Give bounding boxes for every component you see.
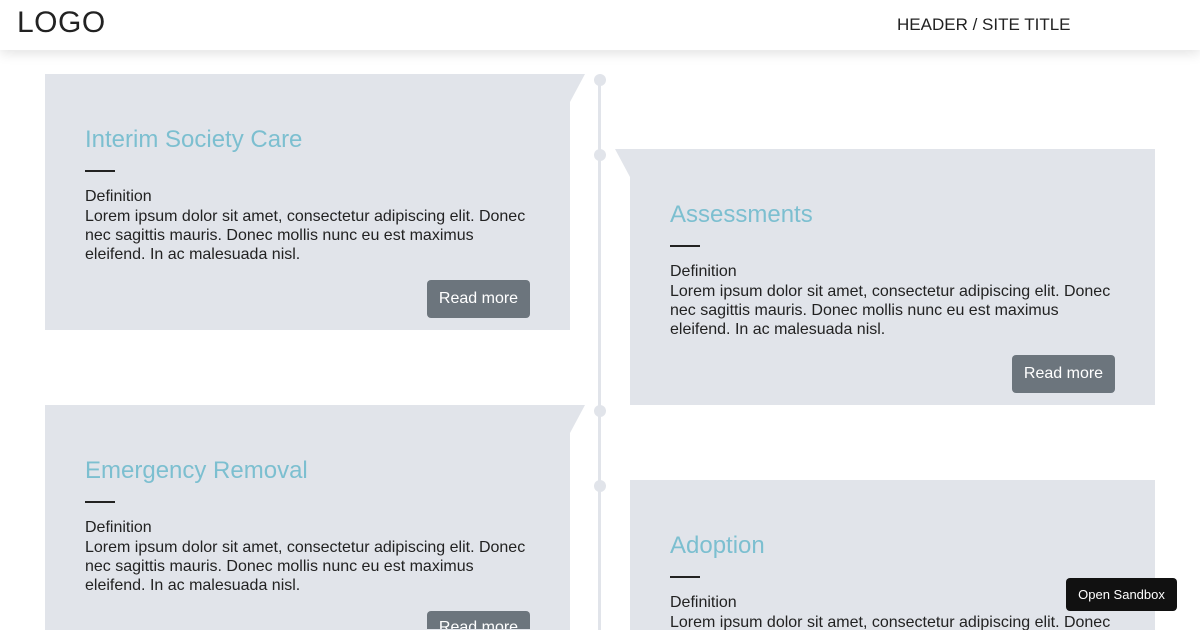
card-divider — [670, 245, 700, 247]
open-sandbox-button[interactable]: Open Sandbox — [1066, 578, 1177, 611]
timeline-card: Emergency Removal Definition Lorem ipsum… — [45, 405, 585, 630]
card-label: Definition — [85, 188, 152, 205]
card-title: Emergency Removal — [85, 457, 308, 484]
card-label: Definition — [670, 594, 737, 611]
read-more-button[interactable]: Read more — [427, 611, 530, 629]
card-divider — [85, 501, 115, 503]
site-header: LOGO HEADER / SITE TITLE — [0, 0, 1200, 50]
card-label: Definition — [670, 263, 737, 280]
read-more-button[interactable]: Read more — [427, 280, 530, 318]
card-title: Interim Society Care — [85, 126, 303, 153]
timeline-dot — [594, 405, 606, 417]
logo[interactable]: LOGO — [17, 6, 106, 40]
timeline-dot — [594, 149, 606, 161]
card-text: Lorem ipsum dolor sit amet, consectetur … — [670, 283, 1111, 338]
card-text: Lorem ipsum dolor sit amet, consectetur … — [670, 614, 1111, 630]
card-divider — [85, 170, 115, 172]
site-title: HEADER / SITE TITLE — [897, 15, 1071, 34]
card-label: Definition — [85, 519, 152, 536]
card-text: Lorem ipsum dolor sit amet, consectetur … — [85, 208, 526, 263]
timeline-dot — [594, 480, 606, 492]
read-more-button[interactable]: Read more — [1012, 355, 1115, 393]
timeline-card: Assessments Definition Lorem ipsum dolor… — [615, 149, 1155, 405]
card-title: Assessments — [670, 201, 813, 228]
card-text: Lorem ipsum dolor sit amet, consectetur … — [85, 539, 526, 594]
timeline-card: Interim Society Care Definition Lorem ip… — [45, 74, 585, 330]
card-divider — [670, 576, 700, 578]
card-title: Adoption — [670, 532, 765, 559]
timeline-dot — [594, 74, 606, 86]
